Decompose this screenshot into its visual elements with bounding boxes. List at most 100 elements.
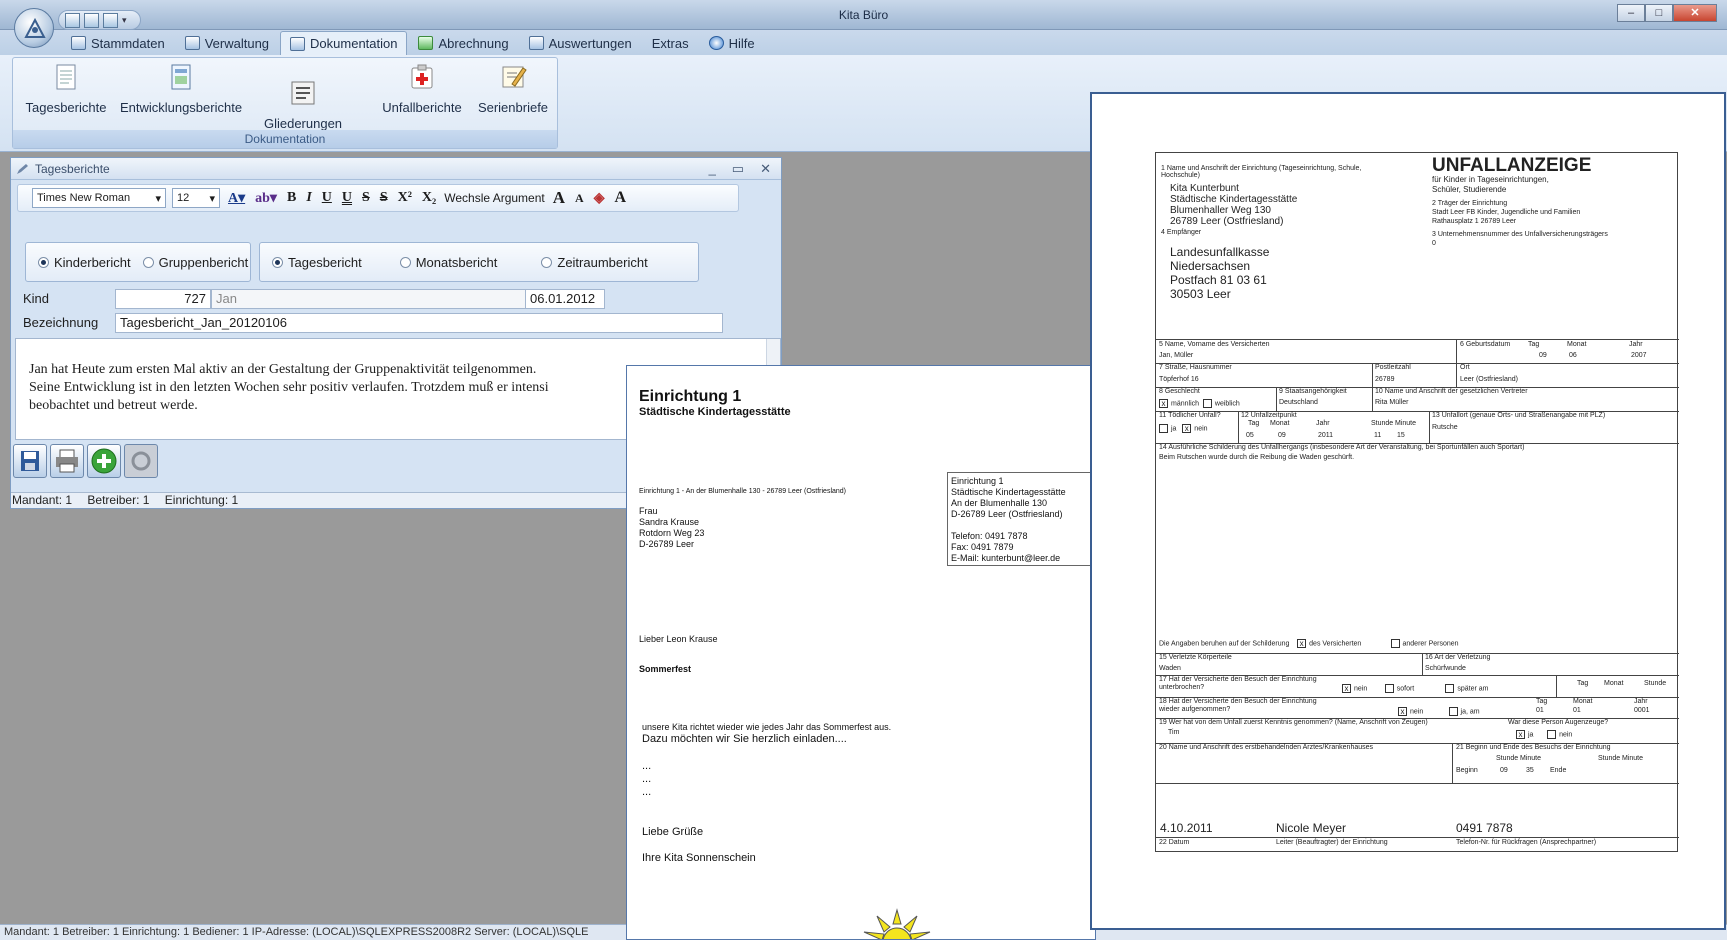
period-radiogroup: Tagesbericht Monatsbericht Zeitraumberic…: [259, 242, 699, 282]
letter-body-2: Dazu möchten wir Sie herzlich einladen..…: [642, 733, 847, 745]
entwicklungsberichte-button[interactable]: Entwicklungsberichte: [119, 62, 243, 116]
tab-extras[interactable]: Extras: [643, 31, 698, 55]
wechsle-argument-button[interactable]: Wechsle Argument: [444, 191, 545, 205]
gliederungen-button[interactable]: Gliederungen Entwicklungsberichte: [239, 62, 367, 164]
panel-controls: _ ▭ ✕: [709, 161, 771, 177]
recycle-icon[interactable]: [124, 444, 158, 478]
monatsbericht-radio[interactable]: Monatsbericht: [399, 255, 497, 270]
unfallberichte-button[interactable]: Unfallberichte: [377, 62, 467, 116]
help-icon: [708, 36, 724, 50]
strikethrough-button[interactable]: S: [360, 190, 372, 206]
verwaltung-icon: [184, 36, 200, 50]
double-strikethrough-button[interactable]: S: [378, 190, 390, 206]
letter-recipient: Frau Sandra Krause Rotdorn Weg 23 D-2678…: [639, 506, 705, 549]
print-icon[interactable]: [50, 444, 84, 478]
format-toolbar: Times New Roman ▾ 12 ▾ A▾ ab▾ B I U U S S …: [17, 184, 739, 212]
f1-address: Kita Kunterbunt Städtische Kindertagesstä…: [1170, 183, 1298, 227]
clear-format-icon[interactable]: ◈: [592, 190, 607, 207]
bold-button[interactable]: B: [285, 190, 298, 206]
superscript-button[interactable]: X²: [396, 190, 414, 206]
kind-id-field[interactable]: 727: [115, 289, 211, 309]
kind-name-field: Jan: [211, 289, 533, 309]
form-phone: 0491 7878: [1456, 821, 1513, 835]
form-title: UNFALLANZEIGE: [1432, 155, 1592, 176]
title-bar: ▾ Kita Büro – □ ✕: [0, 0, 1727, 30]
grow-font-button[interactable]: A: [551, 188, 567, 208]
report-text: Jan hat Heute zum ersten Mal aktiv an de…: [29, 362, 549, 413]
date-field[interactable]: 06.01.2012: [525, 289, 605, 309]
f4-recipient: Landesunfallkasse Niedersachsen Postfach 8…: [1170, 245, 1270, 301]
app-logo-icon: [24, 17, 46, 38]
font-name-select[interactable]: Times New Roman ▾: [32, 188, 166, 208]
panel-minimize-button[interactable]: _: [709, 161, 716, 177]
letter-subheading: Städtische Kindertagesstätte: [639, 406, 791, 418]
double-underline-button[interactable]: U: [340, 190, 354, 206]
letter-body-1: unsere Kita richtet wieder wie jedes Jah…: [642, 722, 892, 732]
panel-titlebar: Tagesberichte: [11, 158, 781, 180]
letter-salutation: Lieber Leon Krause: [639, 634, 718, 644]
minimize-button[interactable]: –: [1617, 4, 1645, 22]
gruppenbericht-radio[interactable]: Gruppenbericht: [142, 255, 248, 270]
letter-heading: Einrichtung 1: [639, 388, 742, 405]
f11-ja-checkbox: [1159, 424, 1168, 433]
chevron-down-icon: ▾: [155, 192, 161, 205]
letter-subject: Sommerfest: [639, 664, 692, 674]
panel-restore-button[interactable]: ▭: [732, 161, 744, 177]
tab-dokumentation[interactable]: Dokumentation: [280, 31, 408, 55]
abrechnung-icon: [418, 36, 434, 50]
kinderbericht-radio[interactable]: Kinderbericht: [38, 255, 131, 270]
f11-nein-checkbox: x: [1182, 424, 1192, 433]
panel-title: Tagesberichte: [35, 161, 110, 176]
window-title: Kita Büro: [838, 8, 889, 22]
dokumentation-icon: [290, 36, 306, 51]
form-leader: Nicole Meyer: [1276, 821, 1347, 835]
kind-label: Kind: [23, 291, 50, 306]
report-type-radiogroup: Kinderbericht Gruppenbericht: [25, 242, 251, 282]
bezeichnung-field[interactable]: Tagesbericht_Jan_20120106: [115, 313, 723, 333]
tab-hilfe[interactable]: Hilfe: [700, 31, 764, 55]
letter-sender-box: Einrichtung 1 Städtische Kindertagesstät…: [947, 472, 1095, 566]
format-a-button[interactable]: A: [612, 189, 628, 207]
radio-dot: [541, 256, 553, 268]
panel-actions: [13, 444, 158, 478]
letter-preview: Einrichtung 1 Städtische Kindertagesstät…: [626, 365, 1096, 940]
maximize-button[interactable]: □: [1645, 4, 1673, 22]
radio-dot: [399, 256, 411, 268]
app-menu-button[interactable]: [14, 8, 54, 48]
unfallberichte-icon: [411, 64, 433, 89]
chevron-down-icon: ▾: [209, 192, 215, 205]
f8-male-checkbox: x: [1159, 399, 1168, 408]
panel-close-button[interactable]: ✕: [760, 161, 771, 177]
tab-stammdaten[interactable]: Stammdaten: [62, 31, 174, 55]
tab-verwaltung[interactable]: Verwaltung: [176, 31, 278, 55]
tagesberichte-button[interactable]: Tagesberichte: [17, 62, 115, 116]
tab-auswertungen[interactable]: Auswertungen: [520, 31, 641, 55]
subscript-button[interactable]: X₂: [420, 190, 438, 206]
font-color-button[interactable]: A▾: [226, 190, 247, 207]
underline-button[interactable]: U: [320, 190, 334, 206]
radio-dot: [142, 256, 154, 268]
letter-dots: ... ... ...: [642, 760, 652, 798]
entwicklungsberichte-icon: [171, 64, 191, 90]
window-controls: – □ ✕: [1617, 4, 1717, 22]
italic-button[interactable]: I: [304, 190, 313, 206]
close-button[interactable]: ✕: [1673, 4, 1717, 22]
tagesberichte-icon: [56, 64, 76, 90]
stammdaten-icon: [71, 36, 86, 50]
unfallanzeige-preview: 1 Name und Anschrift der Einrichtung (Ta…: [1090, 92, 1726, 930]
tab-abrechnung[interactable]: Abrechnung: [409, 31, 517, 55]
f8-female-checkbox: [1202, 399, 1212, 408]
font-size-select[interactable]: 12 ▾: [172, 188, 220, 208]
letter-sender-line: Einrichtung 1 - An der Blumenhalle 130 -…: [639, 488, 847, 495]
add-icon[interactable]: [87, 444, 121, 478]
shrink-font-button[interactable]: A: [573, 191, 586, 206]
zeitraumbericht-radio[interactable]: Zeitraumbericht: [541, 255, 648, 270]
sun-logo-icon: [863, 908, 931, 939]
tagesbericht-radio[interactable]: Tagesbericht: [272, 255, 362, 270]
form-date: 4.10.2011: [1160, 821, 1213, 835]
save-icon[interactable]: [13, 444, 47, 478]
ribbon-group-dokumentation: Tagesberichte Entwicklungsberichte Glied…: [12, 57, 558, 149]
serienbriefe-icon: [502, 66, 527, 88]
serienbriefe-button[interactable]: Serienbriefe: [471, 62, 555, 116]
highlight-button[interactable]: ab▾: [253, 190, 279, 207]
